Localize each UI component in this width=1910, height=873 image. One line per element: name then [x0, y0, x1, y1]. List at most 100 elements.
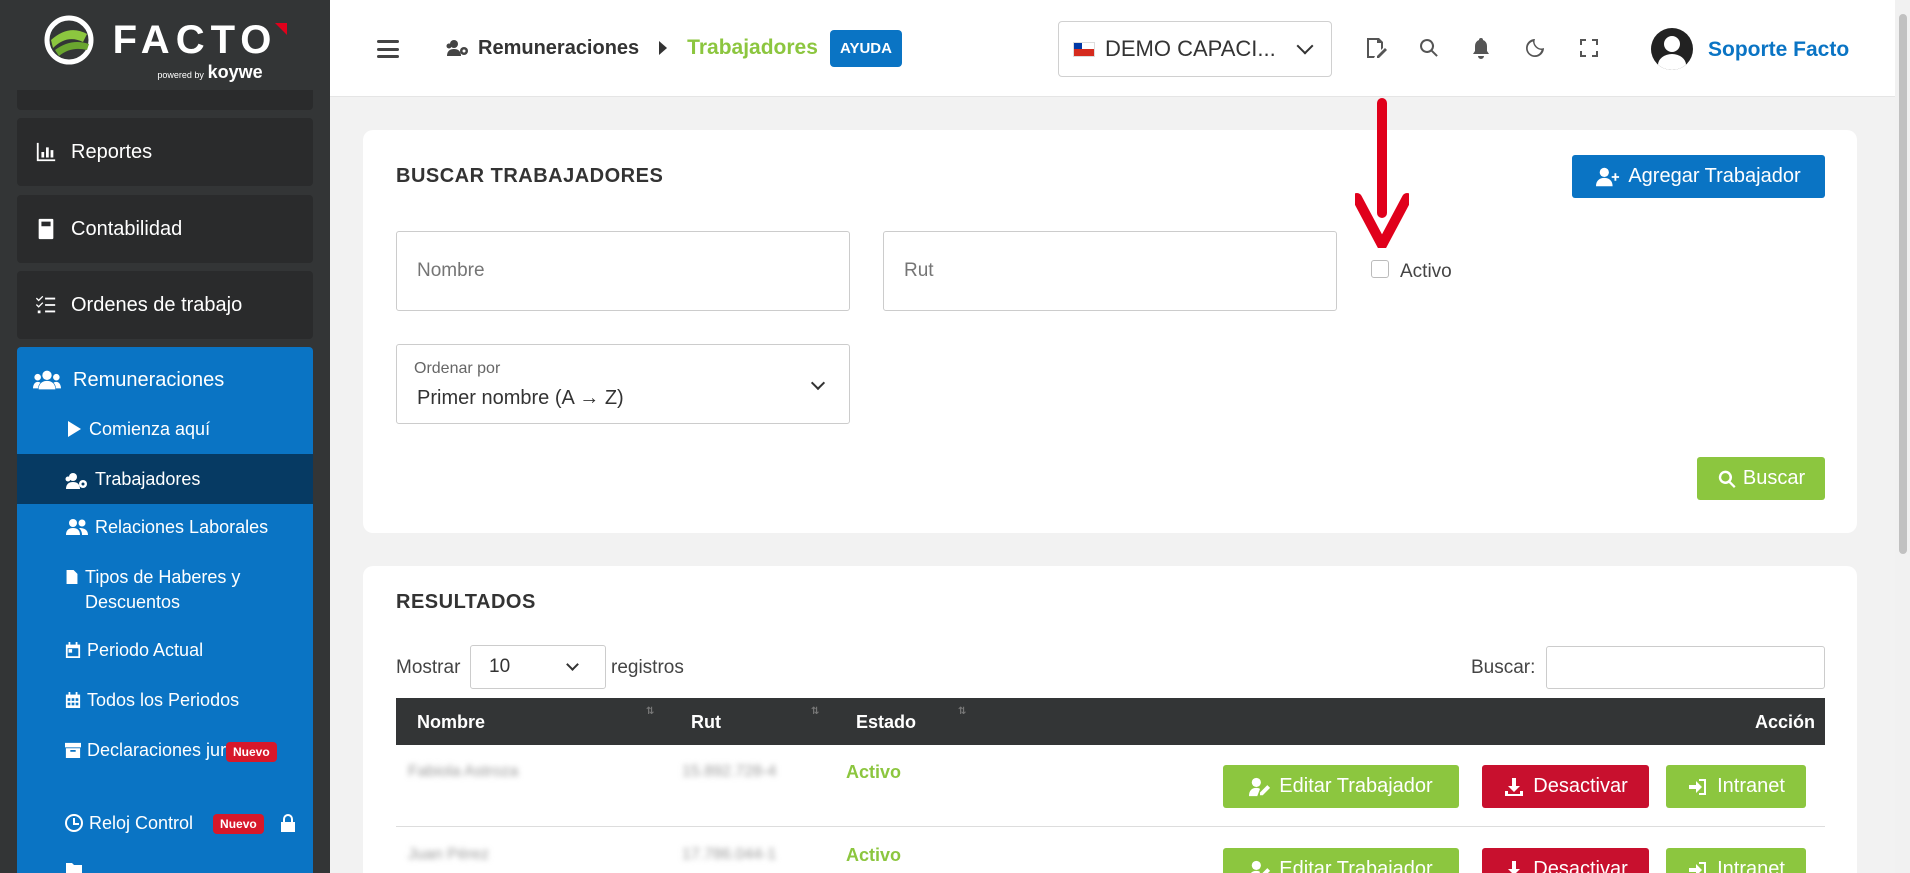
intranet-button[interactable]: Intranet — [1666, 765, 1806, 808]
sort-icon[interactable]: ⇅ — [811, 706, 819, 717]
intranet-label: Intranet — [1717, 775, 1785, 797]
search-button[interactable]: Buscar — [1697, 457, 1825, 500]
worker-rut: 15.892.728-4 — [682, 763, 777, 780]
deactivate-button[interactable]: Desactivar — [1482, 848, 1649, 873]
status-badge: Activo — [846, 762, 902, 782]
sidebar-item-contabilidad[interactable]: Contabilidad — [17, 195, 313, 263]
rut-input[interactable] — [883, 231, 1337, 311]
intranet-button[interactable]: Intranet — [1666, 848, 1806, 873]
sidebar-item-reloj-control[interactable]: Reloj Control Nuevo — [17, 811, 313, 836]
sidebar-item-partial — [17, 857, 313, 873]
sidebar-item-label: Contabilidad — [71, 217, 183, 240]
sidebar-subitem-label: Todos los Periodos — [87, 690, 240, 710]
page-scrollbar[interactable] — [1895, 0, 1910, 873]
page-length-select[interactable]: 10 — [470, 645, 606, 689]
download-icon — [1508, 860, 1521, 873]
clock-icon — [65, 814, 83, 832]
filter-label: Buscar: — [1471, 657, 1536, 678]
sidebar-item-ordenes[interactable]: Ordenes de trabajo — [17, 271, 313, 339]
page-length-value: 10 — [489, 656, 511, 677]
sidebar-item-reportes[interactable]: Reportes — [17, 118, 313, 186]
column-header-estado[interactable]: Estado — [856, 712, 916, 733]
notes-icon[interactable] — [1364, 36, 1388, 60]
sort-icon[interactable]: ⇅ — [646, 706, 654, 717]
order-by-value: Primer nombre (A → Z) — [417, 387, 624, 409]
sidebar-item-trabajadores[interactable]: Trabajadores — [17, 454, 313, 504]
search-icon[interactable] — [1417, 36, 1441, 60]
column-header-nombre[interactable]: Nombre — [417, 712, 485, 733]
top-bar: Remuneraciones Trabajadores AYUDA DEMO C… — [330, 0, 1895, 97]
help-button[interactable]: AYUDA — [830, 30, 902, 67]
sign-in-icon — [1689, 778, 1707, 795]
sidebar-item-todos-periodos[interactable]: Todos los Periodos — [17, 688, 313, 713]
worker-name: Juan Pérez — [408, 846, 489, 863]
calendar-grid-icon — [65, 692, 81, 708]
sidebar-subitem-label: Periodo Actual — [87, 640, 204, 660]
deactivate-button[interactable]: Desactivar — [1482, 765, 1649, 808]
breadcrumb-section[interactable]: Remuneraciones — [446, 37, 639, 60]
sidebar-item-label: Ordenes de trabajo — [71, 293, 243, 316]
deactivate-label: Desactivar — [1533, 775, 1628, 797]
logo-subtitle: powered by koywe — [157, 62, 263, 82]
active-checkbox-label: Activo — [1400, 261, 1452, 282]
moon-icon[interactable] — [1523, 36, 1547, 60]
breadcrumb-section-label: Remuneraciones — [478, 36, 640, 59]
scrollbar-thumb[interactable] — [1899, 14, 1907, 554]
search-title: BUSCAR TRABAJADORES — [396, 165, 664, 187]
deactivate-label: Desactivar — [1533, 858, 1628, 873]
menu-toggle-icon[interactable] — [377, 40, 399, 58]
sidebar-divider — [17, 90, 313, 110]
results-title: RESULTADOS — [396, 591, 536, 613]
chevron-down-icon — [566, 658, 579, 671]
add-worker-button[interactable]: Agregar Trabajador — [1572, 155, 1825, 198]
name-input[interactable] — [396, 231, 850, 311]
calculator-icon — [38, 218, 54, 240]
chart-icon — [36, 142, 56, 162]
records-label: registros — [611, 657, 684, 678]
sidebar-item-relaciones[interactable]: Relaciones Laborales — [17, 515, 313, 540]
user-edit-icon — [1249, 777, 1271, 796]
edit-worker-button[interactable]: Editar Trabajador — [1223, 765, 1459, 808]
sort-icon[interactable]: ⇅ — [958, 706, 966, 717]
facto-logo-icon — [44, 15, 94, 65]
column-header-rut[interactable]: Rut — [691, 712, 721, 733]
worker-rut: 17.786.044-1 — [682, 846, 777, 863]
bell-icon[interactable] — [1469, 36, 1493, 60]
company-name: DEMO CAPACI... — [1105, 36, 1276, 61]
sidebar-item-label: Reportes — [71, 140, 153, 163]
worker-name: Fabiola Astroza — [408, 763, 519, 780]
fullscreen-icon[interactable] — [1577, 36, 1601, 60]
order-by-select[interactable]: Ordenar por Primer nombre (A → Z) — [396, 344, 850, 424]
table-row: Juan Pérez 17.786.044-1 Activo Editar Tr… — [396, 828, 1825, 873]
filter-input[interactable] — [1546, 646, 1825, 689]
chile-flag-icon — [1073, 41, 1095, 57]
avatar[interactable] — [1651, 28, 1693, 70]
user-name[interactable]: Soporte Facto — [1708, 38, 1849, 62]
company-select[interactable]: DEMO CAPACI... — [1058, 21, 1332, 77]
table-header: Nombre ⇅ Rut ⇅ Estado ⇅ Acción — [396, 698, 1825, 745]
edit-label: Editar Trabajador — [1279, 775, 1433, 797]
sidebar-item-periodo-actual[interactable]: Periodo Actual — [17, 638, 313, 663]
lock-icon — [280, 814, 295, 832]
users-icon — [66, 519, 88, 535]
active-checkbox[interactable] — [1371, 260, 1389, 278]
status-badge: Activo — [846, 845, 902, 865]
sidebar-item-comienza[interactable]: Comienza aquí — [17, 417, 313, 442]
annotation-arrow-icon — [1355, 98, 1409, 248]
user-edit-icon — [1250, 860, 1271, 873]
sidebar-subitem-label: Tipos de Haberes y Descuentos — [85, 567, 241, 612]
sidebar-item-declaraciones[interactable]: Declaraciones juradas Nuevo — [17, 738, 313, 763]
play-icon — [68, 421, 81, 437]
logo[interactable]: FACTO powered by koywe — [0, 0, 330, 97]
sidebar-section-remuneraciones: Remuneraciones Comienza aquí Trabajadore… — [17, 347, 313, 873]
folder-icon — [66, 863, 82, 873]
sidebar-item-remuneraciones[interactable]: Remuneraciones — [17, 347, 313, 413]
calendar-icon — [65, 642, 81, 658]
breadcrumb-current: Trabajadores — [687, 36, 818, 59]
add-worker-label: Agregar Trabajador — [1628, 165, 1801, 187]
sidebar-subitem-label: Trabajadores — [95, 468, 201, 489]
sidebar-item-tipos-haberes[interactable]: Tipos de Haberes y Descuentos — [17, 565, 313, 615]
new-badge: Nuevo — [213, 814, 264, 834]
search-icon — [1718, 470, 1736, 488]
edit-worker-button[interactable]: Editar Trabajador — [1223, 848, 1459, 873]
